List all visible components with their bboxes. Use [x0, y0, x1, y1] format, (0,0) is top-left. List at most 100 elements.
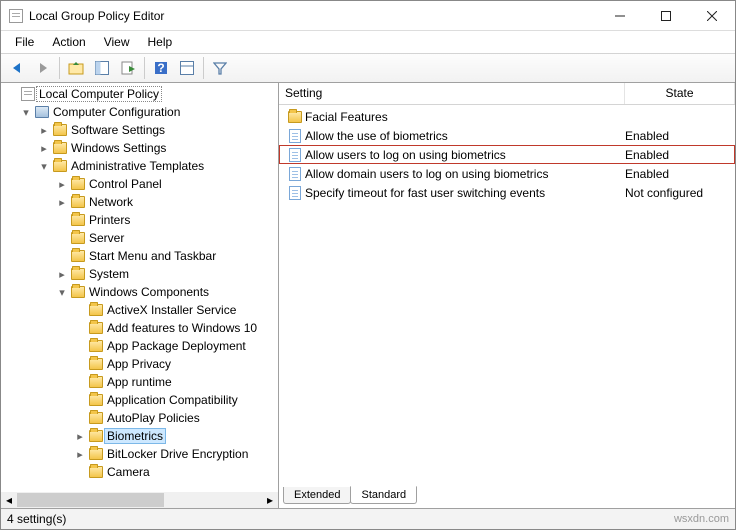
tree-control-panel[interactable]: ▸Control Panel: [1, 175, 278, 193]
menu-help[interactable]: Help: [140, 33, 181, 51]
tree-pane: Local Computer Policy ▾Computer Configur…: [1, 83, 279, 508]
chevron-right-icon[interactable]: ▸: [73, 448, 87, 461]
chevron-right-icon[interactable]: ▸: [37, 124, 51, 137]
folder-icon: [71, 286, 85, 298]
tab-standard[interactable]: Standard: [350, 486, 417, 504]
tree-printers[interactable]: Printers: [1, 211, 278, 229]
tree-system[interactable]: ▸System: [1, 265, 278, 283]
policy-icon: [289, 186, 301, 200]
statusbar: 4 setting(s) wsxdn.com: [1, 509, 735, 529]
minimize-button[interactable]: [597, 1, 643, 31]
tree-app-runtime[interactable]: App runtime: [1, 373, 278, 391]
tree-computer-configuration[interactable]: ▾Computer Configuration: [1, 103, 278, 121]
folder-icon: [89, 322, 103, 334]
chevron-right-icon[interactable]: ▸: [73, 430, 87, 443]
tree-camera[interactable]: Camera: [1, 463, 278, 481]
app-icon: [9, 9, 23, 23]
chevron-down-icon[interactable]: ▾: [19, 106, 33, 119]
tree-network[interactable]: ▸Network: [1, 193, 278, 211]
folder-icon: [71, 232, 85, 244]
folder-icon: [89, 430, 103, 442]
svg-text:?: ?: [157, 61, 164, 75]
settings-list: Facial Features Allow the use of biometr…: [279, 105, 735, 486]
filter-button[interactable]: [208, 56, 232, 80]
export-button[interactable]: [116, 56, 140, 80]
tree-start-menu[interactable]: Start Menu and Taskbar: [1, 247, 278, 265]
list-item-folder[interactable]: Facial Features: [279, 107, 735, 126]
computer-icon: [35, 106, 49, 118]
folder-icon: [89, 358, 103, 370]
chevron-down-icon[interactable]: ▾: [37, 160, 51, 173]
tree-autoplay[interactable]: AutoPlay Policies: [1, 409, 278, 427]
chevron-right-icon[interactable]: ▸: [55, 196, 69, 209]
tree-server[interactable]: Server: [1, 229, 278, 247]
tree-app-package[interactable]: App Package Deployment: [1, 337, 278, 355]
folder-icon: [71, 268, 85, 280]
chevron-down-icon[interactable]: ▾: [55, 286, 69, 299]
watermark: wsxdn.com: [674, 513, 729, 525]
scroll-left-button[interactable]: ◂: [1, 492, 17, 508]
separator: [59, 57, 60, 79]
chevron-right-icon[interactable]: ▸: [55, 268, 69, 281]
forward-button[interactable]: [31, 56, 55, 80]
tree-windows-components[interactable]: ▾Windows Components: [1, 283, 278, 301]
column-headers: Setting State: [279, 83, 735, 105]
menubar: File Action View Help: [1, 31, 735, 53]
column-setting[interactable]: Setting: [279, 83, 625, 104]
folder-icon: [89, 376, 103, 388]
tree-add-features[interactable]: Add features to Windows 10: [1, 319, 278, 337]
separator: [144, 57, 145, 79]
chevron-right-icon[interactable]: ▸: [55, 178, 69, 191]
menu-view[interactable]: View: [96, 33, 138, 51]
column-state[interactable]: State: [625, 83, 735, 104]
folder-icon: [89, 466, 103, 478]
folder-icon: [71, 250, 85, 262]
scroll-thumb[interactable]: [17, 493, 164, 507]
status-count: 4 setting(s): [7, 512, 66, 526]
tree-app-compat[interactable]: Application Compatibility: [1, 391, 278, 409]
folder-icon: [89, 340, 103, 352]
menu-action[interactable]: Action: [44, 33, 93, 51]
tree-bitlocker[interactable]: ▸BitLocker Drive Encryption: [1, 445, 278, 463]
folder-icon: [89, 394, 103, 406]
close-button[interactable]: [689, 1, 735, 31]
folder-icon: [71, 196, 85, 208]
tree-horizontal-scrollbar[interactable]: ◂ ▸: [1, 492, 278, 508]
folder-icon: [71, 178, 85, 190]
folder-icon: [288, 111, 302, 123]
view-tabs: Extended Standard: [279, 486, 735, 508]
list-item-policy[interactable]: Allow domain users to log on using biome…: [279, 164, 735, 183]
folder-icon: [89, 412, 103, 424]
titlebar: Local Group Policy Editor: [1, 1, 735, 31]
back-button[interactable]: [5, 56, 29, 80]
tree-administrative-templates[interactable]: ▾Administrative Templates: [1, 157, 278, 175]
policy-icon: [289, 167, 301, 181]
tree-activex[interactable]: ActiveX Installer Service: [1, 301, 278, 319]
policy-icon: [21, 87, 35, 101]
list-item-policy[interactable]: Allow the use of biometrics Enabled: [279, 126, 735, 145]
tree-root[interactable]: Local Computer Policy: [1, 85, 278, 103]
tree-windows-settings[interactable]: ▸Windows Settings: [1, 139, 278, 157]
maximize-button[interactable]: [643, 1, 689, 31]
tree-biometrics[interactable]: ▸Biometrics: [1, 427, 278, 445]
tree-software-settings[interactable]: ▸Software Settings: [1, 121, 278, 139]
chevron-right-icon[interactable]: ▸: [37, 142, 51, 155]
list-item-policy[interactable]: Specify timeout for fast user switching …: [279, 183, 735, 202]
options-button[interactable]: [175, 56, 199, 80]
list-item-policy[interactable]: Allow users to log on using biometrics E…: [279, 145, 735, 164]
menu-file[interactable]: File: [7, 33, 42, 51]
window-title: Local Group Policy Editor: [23, 9, 597, 23]
help-button[interactable]: ?: [149, 56, 173, 80]
show-hide-tree-button[interactable]: [90, 56, 114, 80]
toolbar: ?: [1, 53, 735, 83]
policy-icon: [289, 129, 301, 143]
up-button[interactable]: [64, 56, 88, 80]
folder-icon: [53, 124, 67, 136]
folder-icon: [53, 142, 67, 154]
scroll-right-button[interactable]: ▸: [262, 492, 278, 508]
separator: [203, 57, 204, 79]
tree-scroll[interactable]: Local Computer Policy ▾Computer Configur…: [1, 83, 278, 492]
tree-app-privacy[interactable]: App Privacy: [1, 355, 278, 373]
tab-extended[interactable]: Extended: [283, 487, 351, 504]
policy-icon: [289, 148, 301, 162]
